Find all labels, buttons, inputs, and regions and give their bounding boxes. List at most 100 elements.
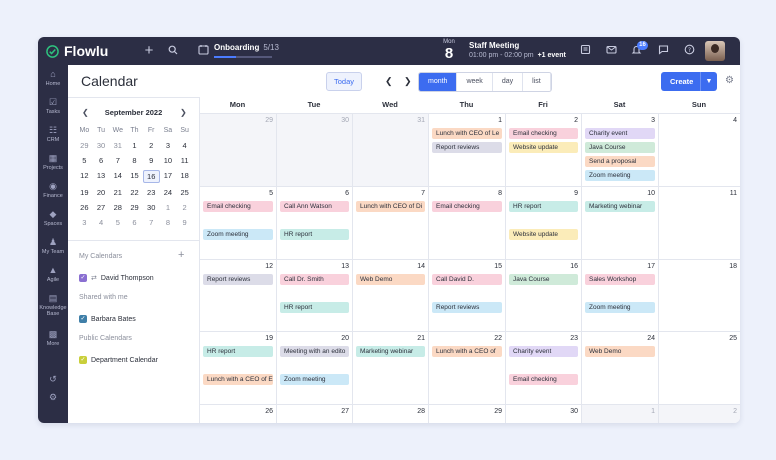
mini-day[interactable]: 7 [143,217,160,228]
day-cell[interactable]: 6 Call Ann Watson HR report [276,186,352,259]
mini-day[interactable]: 1 [126,140,143,151]
mini-day[interactable]: 6 [126,217,143,228]
calendar-event[interactable]: Send a proposal [585,156,655,167]
day-cell[interactable]: 11 [658,186,740,259]
mini-day[interactable]: 11 [176,155,193,166]
calendar-event[interactable]: Meeting with an edito [280,346,349,357]
calendar-event[interactable]: Charity event [509,346,578,357]
mini-day[interactable]: 23 [143,187,160,198]
calendar-event[interactable]: Zoom meeting [203,229,273,240]
day-cell[interactable]: 16 Java Course [505,259,581,331]
create-button[interactable]: Create ▼ [661,72,717,91]
calendar-event[interactable]: Lunch with CEO of Le [432,128,502,139]
calendar-event[interactable]: Email checking [203,201,273,212]
mini-day[interactable]: 7 [109,155,126,166]
day-cell[interactable]: 20 Meeting with an edito Zoom meeting [276,331,352,404]
calendar-event[interactable]: Web Demo [356,274,425,285]
day-cell[interactable]: 31 [352,113,428,186]
sidebar-item-finance[interactable]: ◉ Finance [38,182,68,200]
view-day-button[interactable]: day [493,73,524,91]
day-cell[interactable]: 21 Marketing webinar [352,331,428,404]
calendar-item-department[interactable]: ✓ Department Calendar [79,356,158,364]
calendar-event[interactable]: Charity event [585,128,655,139]
sidebar-item-home[interactable]: ⌂ Home [38,70,68,88]
mini-day[interactable]: 15 [126,170,143,181]
day-cell[interactable]: 30 [505,404,581,423]
calendar-event[interactable]: HR report [203,346,273,357]
mini-day[interactable]: 29 [126,202,143,213]
calendar-event[interactable]: Zoom meeting [585,170,655,181]
day-cell[interactable]: 10 Marketing webinar [581,186,658,259]
mini-day[interactable]: 17 [160,170,177,181]
onboarding-progress[interactable]: Onboarding 5/13 [214,43,279,52]
calendar-event[interactable]: Lunch with a CEO of [432,346,502,357]
calendar-event[interactable]: Lunch with a CEO of E [203,374,273,385]
sidebar-item-spaces[interactable]: ◆ Spaces [38,210,68,228]
calendar-event[interactable]: HR report [280,229,349,240]
day-cell[interactable]: 13 Call Dr. Smith HR report [276,259,352,331]
mini-day[interactable]: 8 [126,155,143,166]
mini-day[interactable]: 29 [76,140,93,151]
calendar-event[interactable]: Java Course [585,142,655,153]
mini-day[interactable]: 4 [93,217,110,228]
mini-day[interactable]: 14 [109,170,126,181]
view-week-button[interactable]: week [457,73,493,91]
chat-icon[interactable] [656,44,670,58]
day-cell[interactable]: 29 [428,404,505,423]
plus-icon[interactable]: + [142,43,156,58]
calendar-event[interactable]: Report reviews [203,274,273,285]
mini-day[interactable]: 10 [160,155,177,166]
sidebar-item-team[interactable]: ♟ My Team [38,238,68,256]
calendar-item-david[interactable]: ✓ ⇄ David Thompson [79,274,154,282]
mini-next-icon[interactable]: ❯ [180,108,187,117]
calendar-event[interactable]: Java Course [509,274,578,285]
mini-day[interactable]: 31 [109,140,126,151]
mini-day[interactable]: 5 [109,217,126,228]
chevron-left-icon[interactable]: ❮ [385,76,393,87]
day-cell[interactable]: 3 Charity event Java Course Send a proposal… [581,113,658,186]
mini-day[interactable]: 3 [160,140,177,151]
calendar-event[interactable]: Zoom meeting [280,374,349,385]
day-cell[interactable]: 18 [658,259,740,331]
mini-day[interactable]: 3 [76,217,93,228]
history-icon[interactable]: ↺ [38,375,68,386]
day-cell[interactable]: 28 [352,404,428,423]
mini-day[interactable]: 30 [143,202,160,213]
mini-day[interactable]: 2 [143,140,160,151]
calendar-event[interactable]: Website update [509,142,578,153]
day-cell[interactable]: 26 [199,404,276,423]
calendar-event[interactable]: Report reviews [432,142,502,153]
calendar-event[interactable]: Web Demo [585,346,655,357]
chevron-down-icon[interactable]: ▼ [700,72,717,91]
calendar-event[interactable]: Report reviews [432,302,502,313]
view-month-button[interactable]: month [419,73,458,91]
settings-icon[interactable]: ⚙ [38,393,68,404]
mail-icon[interactable] [604,44,618,58]
view-list-button[interactable]: list [523,73,551,91]
day-cell[interactable]: 29 [199,113,276,186]
calendar-event[interactable]: HR report [280,302,349,313]
mini-day[interactable]: 22 [126,187,143,198]
chevron-right-icon[interactable]: ❯ [404,76,412,87]
add-calendar-icon[interactable]: + [178,249,184,261]
mini-day[interactable]: 5 [76,155,93,166]
more-events-link[interactable]: +1 event [538,52,566,59]
mini-day[interactable]: 21 [109,187,126,198]
calendar-event[interactable]: Call David D. [432,274,502,285]
day-cell[interactable]: 22 Lunch with a CEO of [428,331,505,404]
checkbox[interactable]: ✓ [79,274,87,282]
day-cell[interactable]: 8 Email checking [428,186,505,259]
mini-day[interactable]: 12 [76,170,93,181]
day-cell[interactable]: 12 Report reviews [199,259,276,331]
sidebar-item-agile[interactable]: ▲ Agile [38,266,68,284]
mini-day[interactable]: 27 [93,202,110,213]
today-button[interactable]: Today [326,72,362,91]
mini-day[interactable]: 8 [160,217,177,228]
calendar-event[interactable]: Sales Workshop [585,274,655,285]
calendar-event[interactable]: Marketing webinar [585,201,655,212]
mini-day[interactable]: 28 [109,202,126,213]
mini-day[interactable]: 13 [93,170,110,181]
mini-day[interactable]: 4 [176,140,193,151]
day-cell[interactable]: 23 Charity event Email checking [505,331,581,404]
day-cell[interactable]: 25 [658,331,740,404]
